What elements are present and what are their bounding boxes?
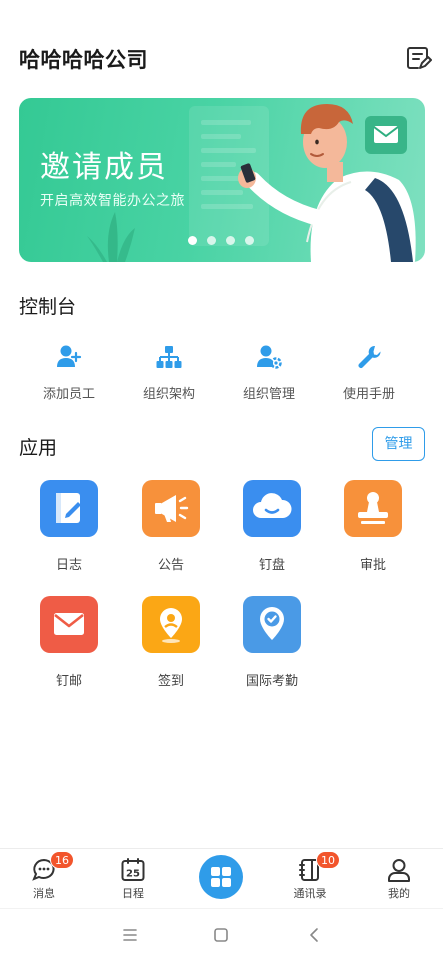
tab-workbench[interactable] xyxy=(199,855,243,899)
app-journal[interactable]: 日志 xyxy=(19,480,119,580)
user-settings-icon xyxy=(257,345,282,369)
home-icon[interactable] xyxy=(212,926,230,944)
workbench-grid-icon xyxy=(211,867,231,887)
tab-calendar[interactable]: 25 日程 xyxy=(89,849,177,909)
app-label: 签到 xyxy=(157,674,184,689)
banner-subtitle: 开启高效智能办公之旅 xyxy=(40,193,185,209)
app-intl-attendance[interactable]: 国际考勤 xyxy=(222,596,322,696)
carousel-dot-3[interactable] xyxy=(226,236,235,245)
tab-label: 消息 xyxy=(33,887,55,900)
edit-list-icon[interactable] xyxy=(404,44,432,72)
app-label: 国际考勤 xyxy=(245,674,298,689)
app-approval[interactable]: 审批 xyxy=(323,480,423,580)
user-manual-button[interactable]: 使用手册 xyxy=(319,343,419,407)
top-header: 哈哈哈哈公司 xyxy=(0,0,443,96)
org-chart-icon xyxy=(156,346,182,368)
calendar-icon: 25 xyxy=(121,858,145,881)
tab-messages[interactable]: 16 消息 xyxy=(0,849,88,909)
console-grid: 添加员工 组织架构 组织管理 使用手册 xyxy=(19,343,419,407)
menu-icon[interactable] xyxy=(121,926,139,944)
app-label: 钉盘 xyxy=(258,558,285,573)
app-label: 钉邮 xyxy=(55,674,82,689)
app-label: 审批 xyxy=(359,558,386,573)
console-item-label: 组织管理 xyxy=(242,387,295,402)
apps-section-title: 应用 xyxy=(19,437,58,459)
carousel-dot-2[interactable] xyxy=(207,236,216,245)
calendar-day: 25 xyxy=(126,869,140,880)
org-structure-button[interactable]: 组织架构 xyxy=(119,343,219,407)
org-management-button[interactable]: 组织管理 xyxy=(219,343,319,407)
console-section-title: 控制台 xyxy=(19,296,77,318)
app-label: 公告 xyxy=(157,558,184,573)
app-cloud-drive[interactable]: 钉盘 xyxy=(222,480,322,580)
invite-members-banner[interactable]: 邀请成员 开启高效智能办公之旅 xyxy=(19,98,425,262)
stamp-icon xyxy=(344,480,402,537)
app-announcement[interactable]: 公告 xyxy=(121,480,221,580)
add-employee-button[interactable]: 添加员工 xyxy=(19,343,119,407)
mail-icon xyxy=(40,596,98,653)
carousel-dots[interactable] xyxy=(188,236,254,245)
cloud-icon xyxy=(243,480,301,537)
wrench-icon xyxy=(358,345,381,368)
manage-apps-button[interactable]: 管理 xyxy=(372,427,425,461)
tab-contacts[interactable]: 10 通讯录 xyxy=(266,849,354,909)
carousel-dot-4[interactable] xyxy=(245,236,254,245)
tab-label: 我的 xyxy=(388,887,410,900)
unread-badge: 10 xyxy=(316,851,340,869)
console-item-label: 组织架构 xyxy=(142,387,195,402)
profile-icon xyxy=(388,859,410,882)
check-shield-icon xyxy=(243,596,301,653)
app-mail[interactable]: 钉邮 xyxy=(19,596,119,696)
back-icon[interactable] xyxy=(306,926,324,944)
journal-icon xyxy=(40,480,98,537)
console-item-label: 使用手册 xyxy=(342,387,395,402)
app-label: 日志 xyxy=(55,558,82,573)
megaphone-icon xyxy=(142,480,200,537)
unread-badge: 16 xyxy=(50,851,74,869)
system-navigation-bar xyxy=(0,908,443,960)
console-item-label: 添加员工 xyxy=(42,387,95,402)
company-name[interactable]: 哈哈哈哈公司 xyxy=(19,44,148,74)
banner-title: 邀请成员 xyxy=(40,150,168,185)
add-user-icon xyxy=(57,345,82,367)
tab-label: 日程 xyxy=(122,887,144,900)
location-pin-icon xyxy=(142,596,200,653)
tab-profile[interactable]: 我的 xyxy=(355,849,443,909)
tab-label: 通讯录 xyxy=(293,887,327,900)
app-check-in[interactable]: 签到 xyxy=(121,596,221,696)
bottom-tab-bar: 16 消息 25 日程 10 通讯录 我的 xyxy=(0,848,443,908)
carousel-dot-1[interactable] xyxy=(188,236,197,245)
